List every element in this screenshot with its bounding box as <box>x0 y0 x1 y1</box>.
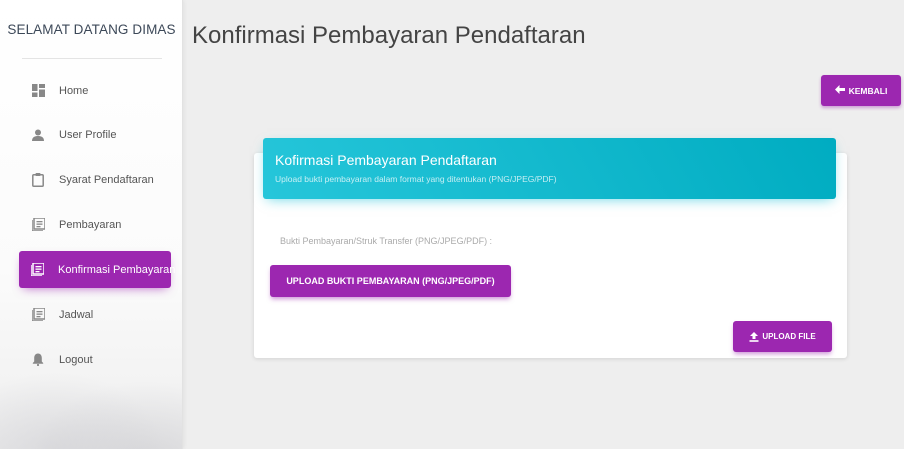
upload-proof-button-label: UPLOAD BUKTI PEMBAYARAN (PNG/JPEG/PDF) <box>286 276 495 286</box>
sidebar-item-label: Logout <box>59 353 93 366</box>
back-button-label: KEMBALI <box>848 85 888 96</box>
sidebar: SELAMAT DATANG DIMAS Home User Profile S… <box>0 0 183 449</box>
library-books-icon <box>31 218 45 232</box>
sidebar-item-label: User Profile <box>59 128 117 141</box>
sidebar-item-label: Konfirmasi Pembayaran <box>58 263 176 276</box>
sidebar-brand: SELAMAT DATANG DIMAS <box>7 21 176 37</box>
sidebar-item-label: Pembayaran <box>59 218 122 231</box>
arrow-left-icon <box>834 84 845 97</box>
sidebar-item-user-profile[interactable]: User Profile <box>19 116 171 153</box>
upload-file-button[interactable]: UPLOAD FILE <box>733 321 832 352</box>
library-books-icon <box>31 308 45 322</box>
clipboard-icon <box>31 172 45 187</box>
library-books-icon <box>31 263 44 277</box>
sidebar-item-label: Jadwal <box>59 308 94 321</box>
card-title: Kofirmasi Pembayaran Pendaftaran <box>275 152 497 168</box>
card-header: Kofirmasi Pembayaran Pendaftaran Upload … <box>263 138 836 199</box>
upload-icon <box>749 331 759 342</box>
person-icon <box>31 128 45 142</box>
notifications-icon <box>31 353 45 367</box>
back-button[interactable]: KEMBALI <box>821 75 901 106</box>
sidebar-item-jadwal[interactable]: Jadwal <box>19 296 171 333</box>
sidebar-item-label: Syarat Pendaftaran <box>59 173 154 186</box>
sidebar-item-home[interactable]: Home <box>19 72 171 109</box>
card-subtitle: Upload bukti pembayaran dalam format yan… <box>275 174 557 184</box>
sidebar-divider <box>22 58 162 59</box>
sidebar-item-syarat-pendaftaran[interactable]: Syarat Pendaftaran <box>19 161 171 198</box>
sidebar-item-konfirmasi-pembayaran[interactable]: Konfirmasi Pembayaran <box>19 251 175 288</box>
sidebar-item-pembayaran[interactable]: Pembayaran <box>19 206 171 243</box>
page-title: Konfirmasi Pembayaran Pendaftaran <box>192 22 586 49</box>
upload-file-button-label: UPLOAD FILE <box>762 332 816 341</box>
proof-field-label: Bukti Pembayaran/Struk Transfer (PNG/JPE… <box>280 236 493 246</box>
sidebar-item-logout[interactable]: Logout <box>19 341 171 378</box>
dashboard-icon <box>31 84 45 98</box>
upload-proof-button[interactable]: UPLOAD BUKTI PEMBAYARAN (PNG/JPEG/PDF) <box>270 265 511 297</box>
sidebar-item-label: Home <box>59 84 89 97</box>
